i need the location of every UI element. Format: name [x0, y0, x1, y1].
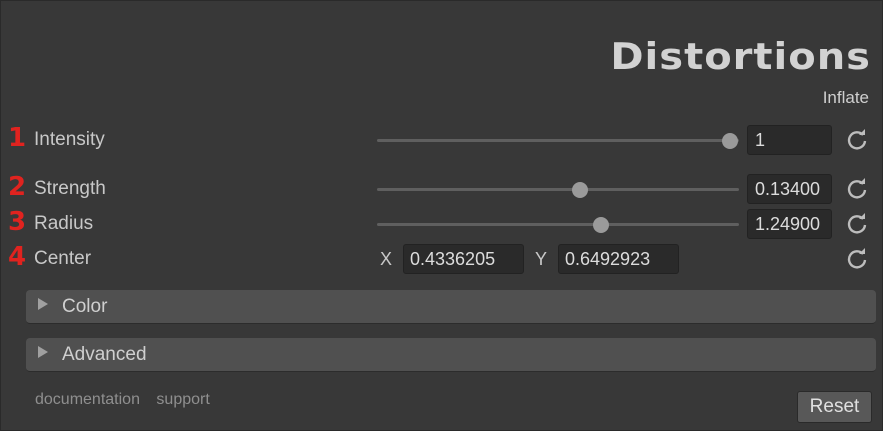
annotation-number: 3 [8, 207, 27, 237]
property-row-radius: 3 Radius 1.24900 [0, 207, 883, 239]
slider-knob[interactable] [721, 133, 738, 149]
property-row-center: 4 Center X 0.4336205 Y 0.6492923 [0, 242, 883, 274]
triangle-right-icon [38, 346, 48, 358]
support-link[interactable]: support [156, 391, 209, 408]
slider-knob[interactable] [571, 182, 588, 198]
foldout-label: Color [62, 296, 108, 317]
footer-links: documentation support [35, 391, 222, 409]
center-x-field[interactable]: 0.4336205 [403, 244, 524, 274]
annotation-number: 1 [8, 123, 27, 153]
refresh-icon[interactable] [844, 246, 870, 272]
intensity-field[interactable]: 1 [747, 125, 832, 155]
reset-button[interactable]: Reset [797, 391, 872, 423]
annotation-number: 2 [8, 172, 27, 202]
slider-knob[interactable] [593, 217, 610, 233]
property-row-strength: 2 Strength 0.13400 [0, 172, 883, 204]
panel-title: Distortions [610, 35, 871, 79]
foldout-label: Advanced [62, 344, 147, 365]
property-label: Radius [34, 213, 94, 234]
refresh-icon[interactable] [844, 176, 870, 202]
documentation-link[interactable]: documentation [35, 391, 140, 408]
y-axis-label: Y [535, 249, 548, 269]
refresh-icon[interactable] [844, 127, 870, 153]
advanced-foldout[interactable]: Advanced [26, 338, 876, 372]
radius-slider[interactable] [377, 217, 739, 233]
property-label: Intensity [34, 129, 105, 150]
strength-field[interactable]: 0.13400 [747, 174, 832, 204]
center-y-field[interactable]: 0.6492923 [558, 244, 679, 274]
property-label: Center [34, 248, 92, 269]
triangle-right-icon [38, 298, 48, 310]
effect-name: Inflate [822, 88, 869, 107]
property-row-intensity: 1 Intensity 1 [0, 123, 883, 155]
x-axis-label: X [380, 249, 393, 269]
property-label: Strength [34, 178, 106, 199]
intensity-slider[interactable] [377, 133, 739, 149]
refresh-icon[interactable] [844, 211, 870, 237]
annotation-number: 4 [8, 242, 27, 272]
radius-field[interactable]: 1.24900 [747, 209, 832, 239]
strength-slider[interactable] [377, 182, 739, 198]
color-foldout[interactable]: Color [26, 290, 876, 324]
